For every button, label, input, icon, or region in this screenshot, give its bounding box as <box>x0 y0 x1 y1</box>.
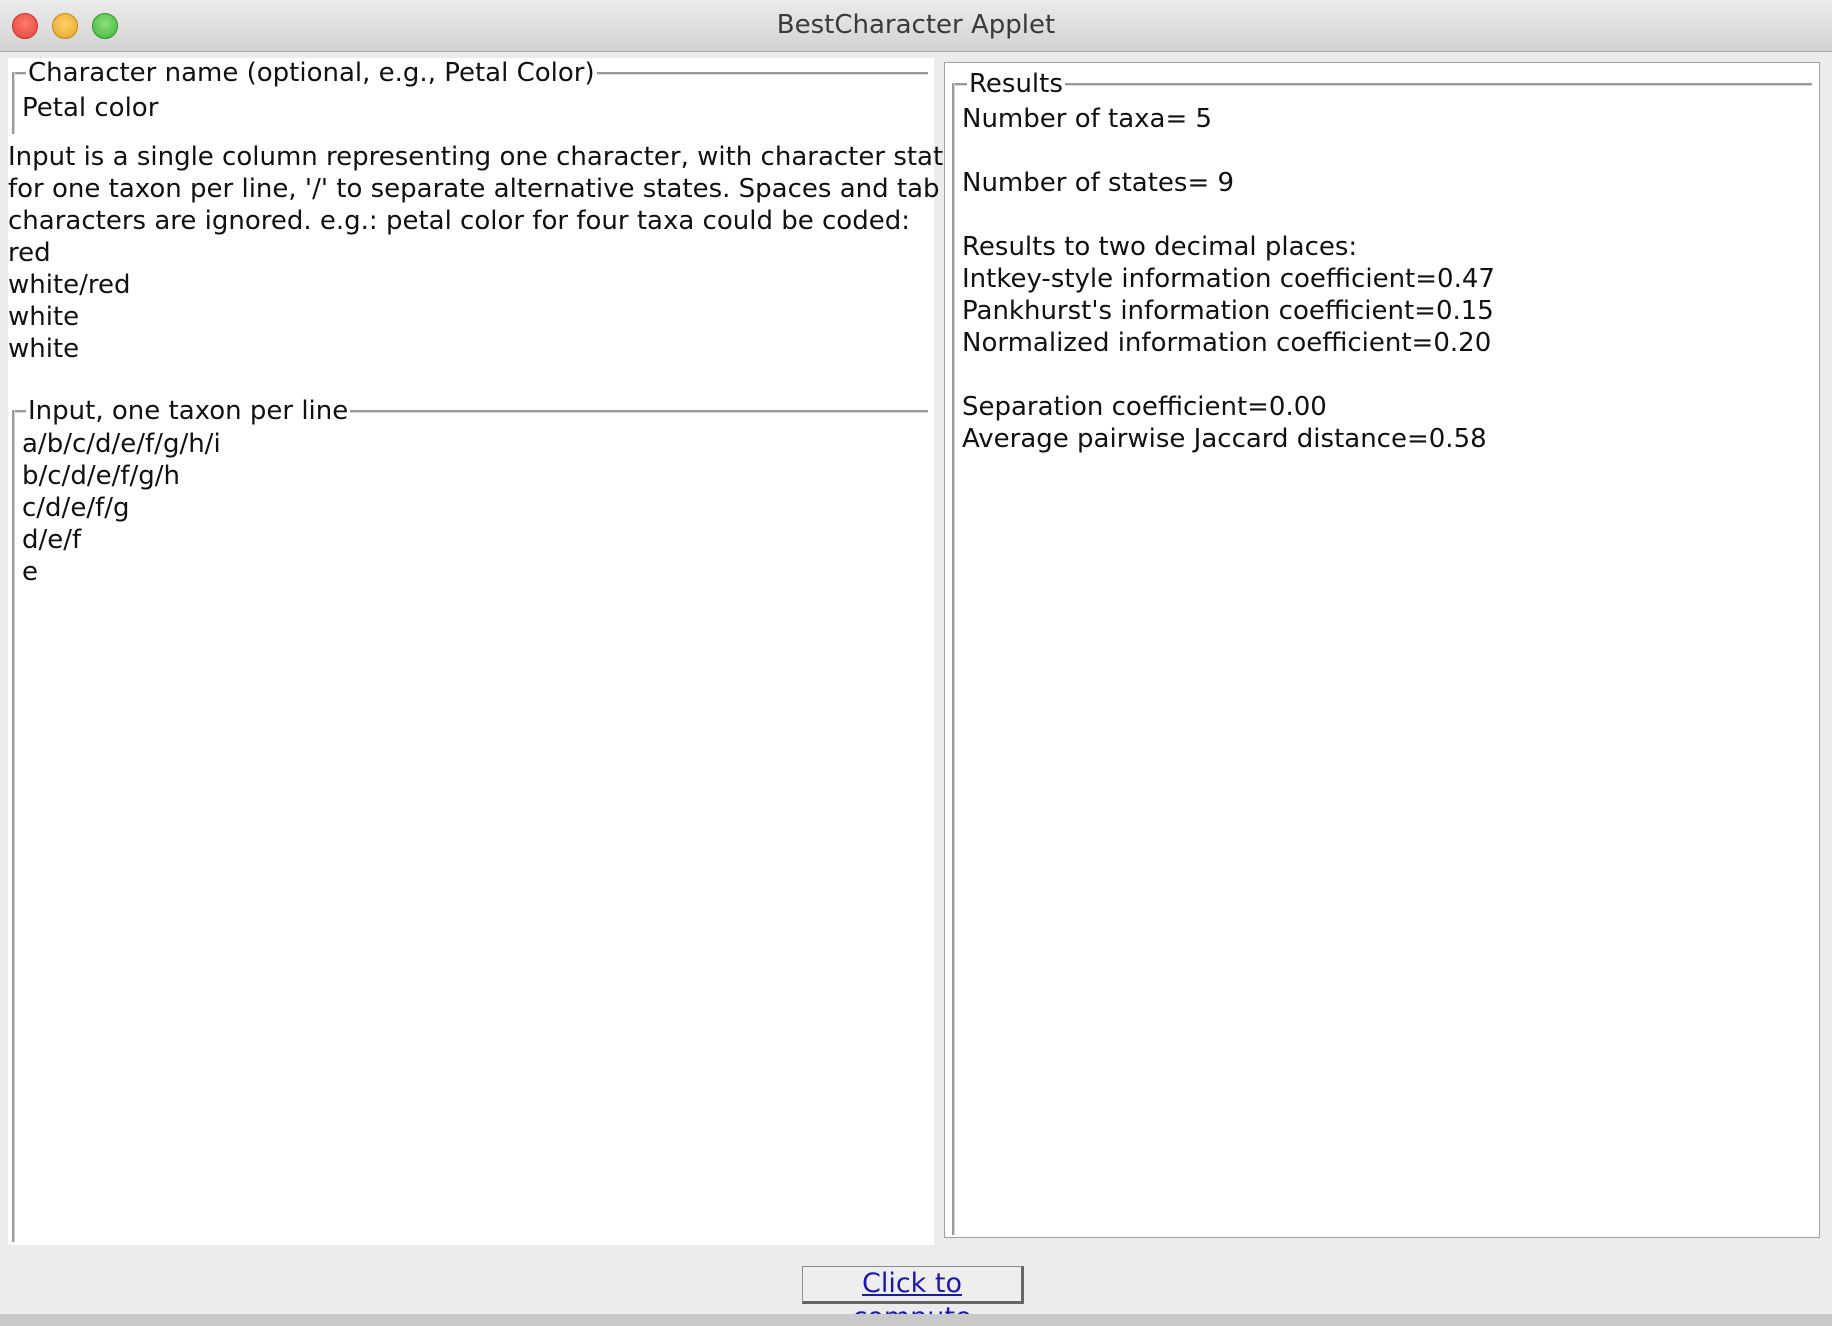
window-title: BestCharacter Applet <box>776 10 1056 40</box>
character-name-field[interactable]: Petal color <box>22 92 158 124</box>
window-bottom-edge <box>0 1314 1832 1326</box>
taxon-line: e <box>22 557 38 587</box>
results-line: Intkey-style information coefficient=0.4… <box>962 264 1495 294</box>
results-text: Number of taxa= 5 Number of states= 9 Re… <box>962 103 1495 455</box>
results-line: Average pairwise Jaccard distance=0.58 <box>962 424 1487 454</box>
applet-window: BestCharacter Applet Character name (opt… <box>0 0 1832 1326</box>
taxon-line: c/d/e/f/g <box>22 493 130 523</box>
taxon-line: b/c/d/e/f/g/h <box>22 461 180 491</box>
input-panel: Character name (optional, e.g., Petal Co… <box>8 58 973 1245</box>
results-line <box>962 359 1495 391</box>
results-line: Results to two decimal places: <box>962 232 1358 262</box>
title-bar: BestCharacter Applet <box>0 0 1832 52</box>
character-name-group: Character name (optional, e.g., Petal Co… <box>8 58 934 138</box>
results-panel: Results Number of taxa= 5 Number of stat… <box>944 62 1820 1238</box>
results-line: Pankhurst's information coefficient=0.15 <box>962 296 1494 326</box>
taxa-input-textarea[interactable]: a/b/c/d/e/f/g/h/i b/c/d/e/f/g/h c/d/e/f/… <box>22 428 922 1208</box>
example-line: red <box>8 238 51 268</box>
example-line: white <box>8 334 80 364</box>
taxon-line: d/e/f <box>22 525 82 555</box>
results-line <box>962 199 1495 231</box>
instructions-line: for one taxon per line, '/' to separate … <box>8 174 940 204</box>
instructions-line: characters are ignored. e.g.: petal colo… <box>8 206 910 236</box>
results-line <box>962 135 1495 167</box>
character-name-legend: Character name (optional, e.g., Petal Co… <box>26 58 597 88</box>
results-line: Number of states= 9 <box>962 168 1235 198</box>
instructions-line: Input is a single column representing on… <box>8 142 973 172</box>
results-line: Normalized information coefficient=0.20 <box>962 328 1492 358</box>
taxon-line: a/b/c/d/e/f/g/h/i <box>22 429 221 459</box>
example-line: white <box>8 302 80 332</box>
example-line: white/red <box>8 270 131 300</box>
results-legend: Results <box>967 69 1065 99</box>
input-legend: Input, one taxon per line <box>26 396 351 426</box>
results-line: Separation coefficient=0.00 <box>962 392 1327 422</box>
results-line: Number of taxa= 5 <box>962 104 1213 134</box>
instructions-text: Input is a single column representing on… <box>8 141 973 365</box>
compute-button[interactable]: Click to compute <box>802 1266 1024 1326</box>
